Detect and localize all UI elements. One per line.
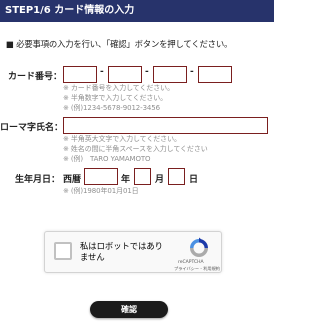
romaji-name-note: ※ 姓名の間に半角スペースを入力してください: [63, 145, 208, 153]
card-number-field-3[interactable]: [153, 66, 187, 83]
card-number-separator: -: [100, 67, 104, 77]
romaji-name-input[interactable]: [63, 117, 268, 134]
card-number-note: ※ 半角数字で入力してください。: [63, 94, 168, 102]
recaptcha-checkbox[interactable]: [54, 242, 72, 260]
card-number-label: カード番号：: [8, 72, 63, 82]
card-number-separator: -: [145, 67, 149, 77]
romaji-name-note: ※ 半角英大文字で入力してください。: [63, 135, 181, 143]
instruction-text: ■ 必要事項の入力を行い、「確認」ボタンを押してください。: [6, 39, 233, 49]
birth-day-input[interactable]: [168, 168, 185, 185]
year-unit: 年: [121, 175, 131, 185]
romaji-name-note: ※ (例) TARO YAMAMOTO: [63, 155, 151, 163]
confirm-button[interactable]: 確認: [90, 301, 168, 318]
recaptcha-brand: reCAPTCHA: [178, 260, 204, 265]
recaptcha-widget: 私はロボットではあり ません reCAPTCHA プライバシー - 利用規約: [44, 231, 222, 273]
card-number-note: ※ (例)1234-5678-9012-3456: [63, 104, 160, 112]
card-number-note: ※ カード番号を入力してください。: [63, 84, 174, 92]
birthdate-note: ※ (例)1980年01月01日: [63, 187, 139, 195]
recaptcha-label-line: ません: [80, 252, 105, 262]
recaptcha-label: 私はロボットではあり ません: [80, 241, 163, 263]
era-label: 西暦: [63, 175, 82, 185]
card-number-field-2[interactable]: [108, 66, 142, 83]
step-header: STEP1/6 カード情報の入力: [0, 0, 274, 22]
romaji-name-label: ローマ字氏名：: [0, 123, 64, 133]
recaptcha-label-line: 私はロボットではあり: [80, 241, 163, 251]
birth-year-input[interactable]: [84, 168, 118, 185]
card-number-separator: -: [190, 67, 194, 77]
birth-month-input[interactable]: [134, 168, 151, 185]
birthdate-label: 生年月日：: [14, 175, 60, 185]
card-number-field-1[interactable]: [63, 66, 97, 83]
month-unit: 月: [155, 175, 165, 185]
card-number-field-4[interactable]: [198, 66, 232, 83]
day-unit: 日: [189, 175, 199, 185]
recaptcha-logo-icon: [190, 237, 208, 257]
recaptcha-links[interactable]: プライバシー - 利用規約: [174, 266, 220, 272]
